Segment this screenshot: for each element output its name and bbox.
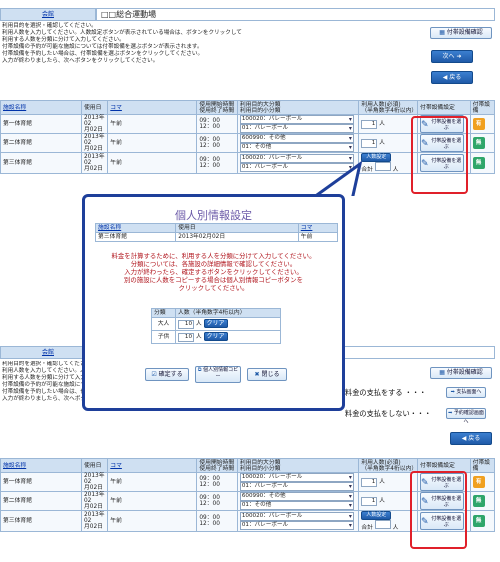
no-pay-callout: 料金の支払をしない・・・	[345, 409, 432, 418]
col-koma[interactable]: コマ	[107, 100, 198, 115]
col-equipment: 付帯設備	[469, 100, 496, 115]
purpose-minor-select[interactable]: 01：バレーボール	[239, 521, 354, 530]
instructions: 利用目的を選択・確認してください。 利用人数を入力してください。人数設定ボタンが…	[2, 361, 82, 402]
copy-icon: ⧉	[197, 367, 202, 373]
col-equipment-setting: 付帯設備設定	[417, 100, 471, 115]
highlight-frame	[411, 116, 468, 194]
purpose-major-select[interactable]: 600990：その他	[239, 492, 354, 501]
equipment-badge: 無	[472, 157, 485, 169]
instruction-line: 付帯設備を予約したい場合は、付帯設備を選ぶボタンをクリックしてください。	[2, 51, 204, 57]
purpose-minor-select[interactable]: 01：その他	[239, 501, 354, 510]
back-button[interactable]: ◀ 戻る	[450, 432, 492, 445]
list-icon: ▦	[439, 29, 445, 36]
clear-button[interactable]: クリア	[203, 318, 228, 328]
equipment-badge: 有	[472, 118, 485, 130]
child-count-input[interactable]: 10	[178, 332, 195, 342]
reservation-confirm-button[interactable]: ➡ 予約確認画面へ	[446, 408, 486, 425]
purpose-major-select[interactable]: 100020：バレーボール	[239, 473, 354, 482]
arrow-right-icon: ➡	[448, 410, 453, 416]
next-button[interactable]: 次へ ➜	[431, 50, 473, 63]
arrow-right-icon: ➡	[450, 389, 455, 395]
instruction-line: 付帯設備の予約が可能な施設については付帯設備を選ぶボタンが表示されます。	[2, 44, 203, 50]
people-input[interactable]: 1	[361, 477, 378, 487]
people-setting-button[interactable]: 人数設定	[361, 511, 392, 520]
purpose-minor-select[interactable]: 01：バレーボール	[239, 482, 354, 491]
pay-callout: 料金の支払をする ・・・	[345, 388, 427, 397]
purpose-major-select[interactable]: 600990：その他	[239, 134, 354, 143]
col-facility[interactable]: 施設名称	[0, 100, 82, 115]
highlight-frame	[410, 471, 467, 549]
arrow-left-icon: ◀	[461, 435, 467, 442]
col-date: 使用日	[80, 100, 109, 115]
equipment-badge: 無	[472, 495, 485, 507]
arrow-right-icon: ➜	[456, 53, 462, 60]
purpose-major-select[interactable]: 100020：バレーボール	[239, 512, 354, 521]
dialog-message: 料金を計算するために、利用する人を分類に分けて入力してください。 分類については…	[111, 252, 316, 292]
adult-count-input[interactable]: 10	[178, 319, 195, 329]
people-total-input[interactable]	[374, 520, 391, 529]
instructions: 利用目的を選択・確認してください。 利用人数を入力してください。人数設定ボタンが…	[2, 23, 422, 65]
equipment-badge: 有	[472, 476, 485, 488]
people-category-table: 分類 人数（半角数字4桁以内） 大人 10 人 クリア 子供 10 人 クリア	[150, 308, 281, 344]
facility-header: 会館 □□総合運動場	[0, 8, 495, 21]
people-input[interactable]: 1	[361, 119, 378, 129]
instruction-line: 入力が終わりましたら、次へボタンをクリックしてください。	[2, 58, 159, 64]
back-button[interactable]: ◀ 戻る	[431, 71, 473, 84]
personal-info-dialog: 個人別情報設定 施設名称 使用日 コマ 第三体育館 2013年02月02日 午前…	[82, 194, 345, 411]
dialog-title: 個人別情報設定	[175, 209, 252, 222]
equipment-badge: 無	[472, 515, 485, 527]
check-icon: ☑	[151, 371, 157, 378]
facility-label[interactable]: 会館	[0, 8, 96, 21]
close-button[interactable]: ✖ 閉じる	[247, 368, 287, 381]
equipment-confirm-button[interactable]: ▦ 付帯設備確認	[430, 367, 492, 379]
col-people: 利用人数(必須) （半角数字4桁以内）	[358, 100, 419, 115]
instruction-line: 利用する人数を分類に分けて入力してください。	[2, 37, 125, 43]
people-input[interactable]: 1	[361, 496, 378, 506]
facility-name: □□総合運動場	[96, 8, 495, 21]
purpose-minor-select[interactable]: 01：その他	[239, 143, 354, 152]
instruction-line: 利用人数を入力してください。人数設定ボタンが表示されている場合は、ボタンをクリッ…	[2, 30, 242, 36]
purpose-major-select[interactable]: 100020：バレーボール	[239, 115, 354, 124]
col-time: 使用開始時間 使用終了時間	[196, 100, 238, 115]
payment-screen-button[interactable]: ➡ 支払画面へ	[446, 387, 486, 398]
close-icon: ✖	[254, 371, 260, 378]
instruction-line: 利用目的を選択・確認してください。	[2, 23, 97, 29]
list-icon: ▦	[439, 369, 445, 376]
clear-button[interactable]: クリア	[203, 331, 228, 341]
equipment-confirm-button[interactable]: ▦ 付帯設備確認	[430, 27, 492, 39]
col-purpose: 利用目的大分類 利用目的小分類	[236, 100, 360, 115]
dialog-info-table: 施設名称 使用日 コマ 第三体育館 2013年02月02日 午前	[94, 223, 339, 242]
arrow-left-icon: ◀	[442, 74, 448, 81]
purpose-minor-select[interactable]: 01：バレーボール	[239, 124, 354, 133]
confirm-button[interactable]: ☑ 確定する	[145, 368, 189, 381]
people-input[interactable]: 1	[361, 138, 378, 148]
copy-personal-info-button[interactable]: ⧉ 個人別情報コピー	[195, 366, 241, 383]
equipment-badge: 無	[472, 137, 485, 149]
